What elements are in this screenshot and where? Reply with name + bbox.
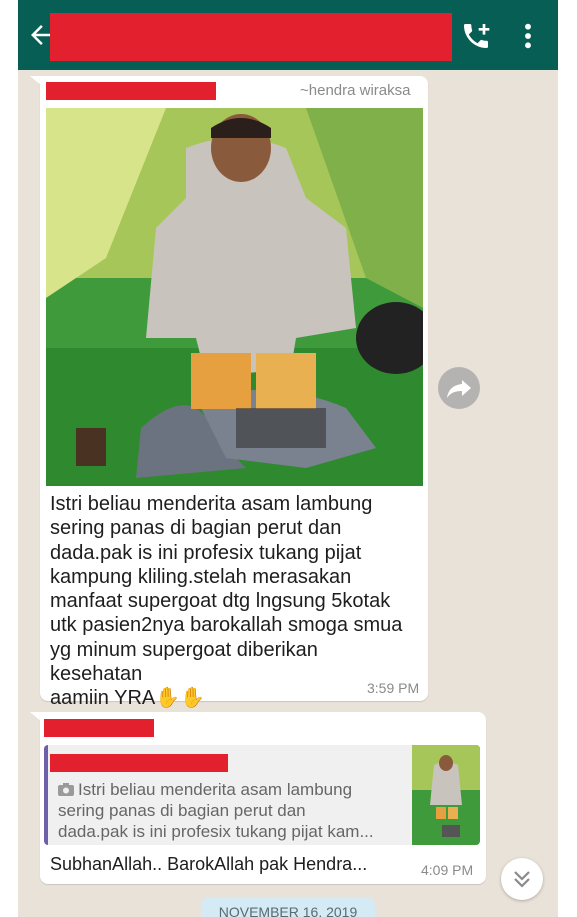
sender-name-redacted: [44, 719, 154, 737]
photo-image: [46, 108, 423, 486]
chat-screen: ~hendra wiraksa Istri beliau menderita a…: [18, 0, 558, 917]
thumbnail-image: [412, 745, 480, 845]
quoted-thumbnail: [412, 745, 480, 845]
message-timestamp: 3:59 PM: [367, 680, 420, 696]
quoted-sender-redacted: [50, 754, 228, 772]
more-vert-icon[interactable]: [520, 20, 536, 52]
date-separator: NOVEMBER 16, 2019: [201, 897, 375, 917]
scroll-to-bottom-button[interactable]: [501, 858, 543, 900]
forward-icon: [447, 380, 471, 398]
add-call-icon[interactable]: [460, 20, 492, 52]
message-text: SubhanAllah.. BarokAllah pak Hendra...: [50, 854, 368, 874]
sender-pushname: ~hendra wiraksa: [300, 82, 411, 99]
message-photo[interactable]: [46, 108, 423, 486]
caption-text: Istri beliau menderita asam lambung seri…: [50, 493, 403, 710]
double-chevron-down-icon: [514, 871, 530, 888]
chat-header: [18, 0, 558, 70]
quoted-text: Istri beliau menderita asam lambung seri…: [58, 780, 374, 841]
message-timestamp: 4:09 PM: [421, 862, 474, 878]
sender-name-redacted: [46, 82, 216, 100]
message-caption: Istri beliau menderita asam lambung seri…: [50, 492, 410, 711]
chat-title-redacted[interactable]: [50, 13, 452, 61]
forward-button[interactable]: [438, 367, 480, 409]
raised-hands-emoji: ✋✋: [155, 687, 206, 710]
